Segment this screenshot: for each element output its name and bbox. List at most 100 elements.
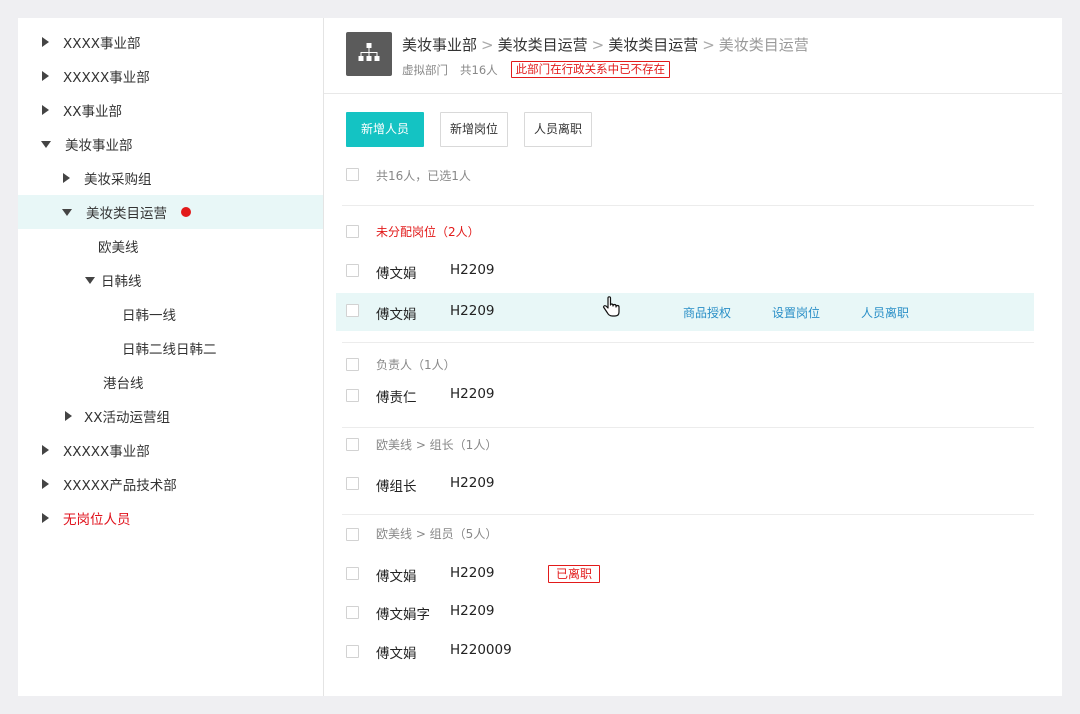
tree-item-tech[interactable]: XXXXX产品技术部 (18, 467, 323, 501)
caret-right-icon[interactable] (63, 173, 70, 183)
tree-item-xx[interactable]: XX事业部 (18, 93, 323, 127)
member-code: H2209 (450, 386, 495, 402)
select-all-checkbox[interactable] (346, 168, 359, 181)
member-checkbox[interactable] (346, 567, 359, 580)
tree-item-label: XXXXX事业部 (63, 444, 150, 460)
tree-item-beauty-category-ops[interactable]: 美妆类目运营 (18, 195, 323, 229)
tree-item-label: 日韩二线日韩二 (122, 342, 217, 358)
tree-item-xxxxx[interactable]: XXXXX事业部 (18, 59, 323, 93)
tree-item-label: XX事业部 (63, 104, 122, 120)
department-tree: XXXX事业部 XXXXX事业部 XX事业部 美妆事业部 美妆采购组 美妆类目运… (18, 18, 324, 696)
product-auth-link[interactable]: 商品授权 (683, 304, 731, 321)
tree-item-label: 美妆类目运营 (86, 206, 167, 222)
warning-badge: 此部门在行政关系中已不存在 (510, 61, 671, 78)
add-position-button[interactable]: 新增岗位 (440, 112, 508, 147)
tree-item-jp-kr[interactable]: 日韩线 (18, 263, 323, 297)
tree-item-hk-tw[interactable]: 港台线 (18, 365, 323, 399)
tree-item-label: 无岗位人员 (63, 512, 131, 528)
divider (342, 514, 1034, 515)
dept-type: 虚拟部门 (402, 62, 448, 77)
tree-item-beauty[interactable]: 美妆事业部 (18, 127, 323, 161)
member-code: H2209 (450, 262, 495, 278)
selection-summary: 共16人，已选1人 (376, 169, 471, 183)
member-code: H2209 (450, 603, 495, 619)
group-title-leader: 负责人（1人） (376, 358, 456, 372)
group-title-team-members: 欧美线 > 组员（5人） (376, 527, 498, 541)
breadcrumb-item[interactable]: 美妆类目运营 (608, 36, 698, 54)
member-checkbox[interactable] (346, 264, 359, 277)
tree-item-label: 日韩线 (101, 274, 142, 290)
breadcrumb-separator: > (702, 36, 715, 54)
member-name: 傅文娟 (376, 646, 417, 662)
app-window: XXXX事业部 XXXXX事业部 XX事业部 美妆事业部 美妆采购组 美妆类目运… (18, 18, 1062, 696)
member-name: 傅文娟 (376, 266, 417, 282)
tree-item-beauty-purchase[interactable]: 美妆采购组 (18, 161, 323, 195)
divider (342, 342, 1034, 343)
member-checkbox[interactable] (346, 645, 359, 658)
tree-item-no-position[interactable]: 无岗位人员 (18, 501, 323, 535)
group-checkbox[interactable] (346, 358, 359, 371)
set-position-link[interactable]: 设置岗位 (772, 304, 820, 321)
member-name: 傅文娟 (376, 569, 417, 585)
tree-item-euro-us[interactable]: 欧美线 (18, 229, 323, 263)
divider (342, 427, 1034, 428)
tree-item-label: 美妆采购组 (84, 172, 152, 188)
tree-item-label: 欧美线 (98, 240, 139, 256)
resign-button[interactable]: 人员离职 (524, 112, 592, 147)
tree-item-label: XXXX事业部 (63, 36, 141, 52)
hand-pointer-icon (602, 296, 622, 322)
tree-item-label: XXXXX产品技术部 (63, 478, 177, 494)
member-checkbox[interactable] (346, 606, 359, 619)
tree-item-jp-kr-2[interactable]: 日韩二线日韩二 (18, 331, 323, 365)
tree-item-jp-kr-1[interactable]: 日韩一线 (18, 297, 323, 331)
member-code: H2209 (450, 475, 495, 491)
resigned-badge: 已离职 (548, 565, 601, 583)
caret-right-icon[interactable] (42, 105, 49, 115)
member-name: 傅文娟字 (376, 607, 430, 623)
caret-right-icon[interactable] (42, 479, 49, 489)
member-checkbox[interactable] (346, 477, 359, 490)
tree-item-label: 港台线 (103, 376, 144, 392)
tree-item-label: 美妆事业部 (65, 138, 133, 154)
org-chart-icon (346, 32, 392, 76)
member-count: 共16人 (460, 62, 498, 77)
divider (342, 205, 1034, 206)
dept-meta: 虚拟部门 共16人 此部门在行政关系中已不存在 (402, 61, 671, 78)
tree-item-xxxxx-2[interactable]: XXXXX事业部 (18, 433, 323, 467)
group-checkbox[interactable] (346, 438, 359, 451)
breadcrumb: 美妆事业部 > 美妆类目运营 > 美妆类目运营 > 美妆类目运营 (402, 34, 809, 55)
member-code: H2209 (450, 565, 495, 581)
breadcrumb-item[interactable]: 美妆类目运营 (498, 36, 588, 54)
tree-item-label: XX活动运营组 (84, 410, 170, 426)
caret-down-icon[interactable] (85, 276, 95, 284)
tree-item-xx-activity[interactable]: XX活动运营组 (18, 399, 323, 433)
caret-right-icon[interactable] (42, 37, 49, 47)
group-title-unassigned: 未分配岗位（2人） (376, 225, 480, 239)
tree-item-label: 日韩一线 (122, 308, 176, 324)
breadcrumb-current: 美妆类目运营 (718, 36, 809, 54)
member-checkbox[interactable] (346, 304, 359, 317)
resign-link[interactable]: 人员离职 (861, 304, 909, 321)
group-checkbox[interactable] (346, 225, 359, 238)
member-name: 傅文娟 (376, 307, 417, 323)
tree-item-label: XXXXX事业部 (63, 70, 150, 86)
tree-item-xxxx[interactable]: XXXX事业部 (18, 25, 323, 59)
member-name: 傅组长 (376, 479, 417, 495)
add-member-button[interactable]: 新增人员 (346, 112, 424, 147)
caret-right-icon[interactable] (42, 445, 49, 455)
member-checkbox[interactable] (346, 389, 359, 402)
breadcrumb-item[interactable]: 美妆事业部 (402, 36, 477, 54)
alert-dot-icon (181, 207, 191, 217)
dept-header: 美妆事业部 > 美妆类目运营 > 美妆类目运营 > 美妆类目运营 虚拟部门 共16人 此部门… (324, 18, 1062, 94)
group-checkbox[interactable] (346, 528, 359, 541)
caret-down-icon[interactable] (41, 140, 51, 148)
member-name: 傅责仁 (376, 390, 417, 406)
caret-down-icon[interactable] (62, 208, 72, 216)
breadcrumb-separator: > (591, 36, 605, 54)
caret-right-icon[interactable] (42, 513, 49, 523)
member-code: H2209 (450, 303, 495, 319)
caret-right-icon[interactable] (65, 411, 72, 421)
breadcrumb-separator: > (481, 36, 494, 54)
group-title-team-leader: 欧美线 > 组长（1人） (376, 438, 498, 452)
caret-right-icon[interactable] (42, 71, 49, 81)
